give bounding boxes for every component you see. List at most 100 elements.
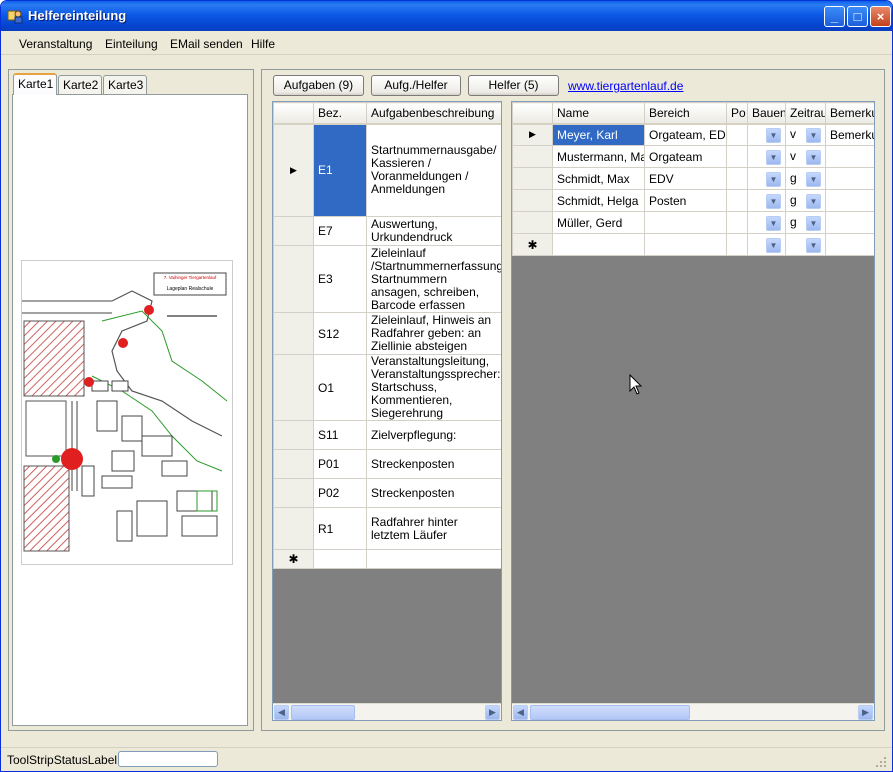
task-bez-cell[interactable]: R1 bbox=[313, 507, 367, 550]
task-desc-cell[interactable]: Startnummernausgabe/ Kassieren / Voranme… bbox=[366, 123, 501, 217]
table-row[interactable]: O1 Veranstaltungsleitung, Veranstaltungs… bbox=[273, 354, 501, 421]
menu-veranstaltung[interactable]: Veranstaltung bbox=[19, 37, 92, 51]
task-desc-cell[interactable]: Zieleinlauf /Startnummernerfassung Start… bbox=[366, 245, 501, 313]
row-header[interactable] bbox=[512, 189, 553, 212]
helper-zeitraum-cell[interactable]: v ▼ bbox=[785, 123, 826, 146]
tab-karte1[interactable]: Karte1 bbox=[13, 73, 57, 95]
helper-bemerkung-cell[interactable]: Bemerkun bbox=[825, 123, 874, 146]
row-header[interactable] bbox=[273, 312, 314, 355]
new-row-indicator[interactable]: ✱ bbox=[512, 233, 553, 256]
helper-bemerkung-cell[interactable] bbox=[825, 167, 874, 190]
table-row[interactable]: P02 Streckenposten bbox=[273, 478, 501, 508]
task-bez-cell[interactable]: S12 bbox=[313, 312, 367, 355]
new-row-cell[interactable] bbox=[644, 233, 727, 256]
helper-po-cell[interactable] bbox=[726, 123, 748, 146]
table-row[interactable]: Müller, Gerd ▼ g ▼ bbox=[512, 211, 874, 234]
task-desc-cell[interactable]: Streckenposten bbox=[366, 478, 501, 508]
dropdown-arrow-icon[interactable]: ▼ bbox=[766, 193, 781, 209]
col-header-bauen[interactable]: Bauen bbox=[747, 102, 786, 125]
title-bar[interactable]: Helfereinteilung _ □ × bbox=[1, 1, 892, 31]
helper-bereich-cell[interactable]: Orgateam, EDV bbox=[644, 123, 727, 146]
table-row[interactable]: Schmidt, Helga Posten ▼ g ▼ bbox=[512, 189, 874, 212]
helper-name-cell[interactable]: Meyer, Karl bbox=[552, 123, 645, 146]
menu-hilfe[interactable]: Hilfe bbox=[251, 37, 275, 51]
table-row[interactable]: ▶ Meyer, Karl Orgateam, EDV ▼ v▼ Bemerku… bbox=[512, 123, 874, 146]
row-header[interactable] bbox=[273, 216, 314, 246]
helper-name-cell[interactable]: Müller, Gerd bbox=[552, 211, 645, 234]
aufg-helfer-button[interactable]: Aufg./Helfer bbox=[371, 75, 461, 96]
col-header-zeitraum[interactable]: Zeitrau bbox=[785, 102, 826, 125]
task-bez-cell[interactable]: P01 bbox=[313, 449, 367, 479]
dropdown-arrow-icon[interactable]: ▼ bbox=[766, 127, 781, 143]
helper-bereich-cell[interactable] bbox=[644, 211, 727, 234]
new-row-cell[interactable]: ▼ bbox=[785, 233, 826, 256]
minimize-button[interactable]: _ bbox=[824, 6, 845, 27]
scroll-right-icon[interactable]: ▶ bbox=[858, 705, 873, 720]
table-row[interactable]: Schmidt, Max EDV ▼ g ▼ bbox=[512, 167, 874, 190]
helper-bereich-cell[interactable]: Posten bbox=[644, 189, 727, 212]
row-header[interactable] bbox=[273, 245, 314, 313]
helper-name-cell[interactable]: Schmidt, Helga bbox=[552, 189, 645, 212]
row-header[interactable] bbox=[512, 145, 553, 168]
maximize-button[interactable]: □ bbox=[847, 6, 868, 27]
helper-bereich-cell[interactable]: EDV bbox=[644, 167, 727, 190]
task-desc-cell[interactable]: Streckenposten bbox=[366, 449, 501, 479]
new-row-cell[interactable] bbox=[726, 233, 748, 256]
helper-bauen-cell[interactable]: ▼ bbox=[747, 189, 786, 212]
task-bez-cell[interactable]: P02 bbox=[313, 478, 367, 508]
helper-bauen-cell[interactable]: ▼ bbox=[747, 167, 786, 190]
col-header-bez[interactable]: Bez. bbox=[313, 102, 367, 125]
table-row[interactable]: E3 Zieleinlauf /Startnummernerfassung St… bbox=[273, 245, 501, 313]
col-header-aufgabenbeschreibung[interactable]: Aufgabenbeschreibung bbox=[366, 102, 501, 125]
task-desc-cell[interactable]: Zieleinlauf, Hinweis an Radfahrer geben:… bbox=[366, 312, 501, 355]
row-header[interactable] bbox=[273, 354, 314, 421]
helper-bauen-cell[interactable]: ▼ bbox=[747, 123, 786, 146]
row-header[interactable] bbox=[273, 420, 314, 450]
dropdown-arrow-icon[interactable]: ▼ bbox=[766, 237, 781, 253]
dropdown-arrow-icon[interactable]: ▼ bbox=[806, 193, 821, 209]
task-desc-cell[interactable]: Radfahrer hinter letztem Läufer bbox=[366, 507, 501, 550]
table-row[interactable]: Mustermann, Max Orgateam ▼ v ▼ bbox=[512, 145, 874, 168]
helper-bauen-cell[interactable]: ▼ bbox=[747, 145, 786, 168]
col-header-bemerkung[interactable]: Bemerkun bbox=[825, 102, 874, 125]
table-row[interactable]: P01 Streckenposten bbox=[273, 449, 501, 479]
new-row-cell[interactable] bbox=[825, 233, 874, 256]
scroll-left-icon[interactable]: ◀ bbox=[274, 705, 289, 720]
helper-bemerkung-cell[interactable] bbox=[825, 211, 874, 234]
task-desc-cell[interactable]: Zielverpflegung: bbox=[366, 420, 501, 450]
tab-karte2[interactable]: Karte2 bbox=[58, 75, 102, 94]
task-bez-cell[interactable]: O1 bbox=[313, 354, 367, 421]
new-row-cell[interactable] bbox=[366, 549, 501, 569]
close-button[interactable]: × bbox=[870, 6, 891, 27]
task-bez-cell[interactable]: E7 bbox=[313, 216, 367, 246]
new-row-cell[interactable]: ▼ bbox=[747, 233, 786, 256]
dropdown-arrow-icon[interactable]: ▼ bbox=[806, 127, 821, 143]
tasks-horizontal-scrollbar[interactable]: ◀ ▶ bbox=[273, 703, 501, 720]
row-header[interactable] bbox=[273, 478, 314, 508]
helpers-horizontal-scrollbar[interactable]: ◀ ▶ bbox=[512, 703, 874, 720]
helper-po-cell[interactable] bbox=[726, 145, 748, 168]
dropdown-arrow-icon[interactable]: ▼ bbox=[806, 215, 821, 231]
row-header[interactable] bbox=[512, 211, 553, 234]
dropdown-arrow-icon[interactable]: ▼ bbox=[766, 215, 781, 231]
helper-po-cell[interactable] bbox=[726, 189, 748, 212]
new-row-cell[interactable] bbox=[552, 233, 645, 256]
table-row[interactable]: S11 Zielverpflegung: bbox=[273, 420, 501, 450]
table-row[interactable]: S12 Zieleinlauf, Hinweis an Radfahrer ge… bbox=[273, 312, 501, 355]
scroll-thumb[interactable] bbox=[291, 705, 355, 720]
helper-zeitraum-cell[interactable]: g ▼ bbox=[785, 189, 826, 212]
helper-po-cell[interactable] bbox=[726, 211, 748, 234]
task-desc-cell[interactable]: Auswertung, Urkundendruck bbox=[366, 216, 501, 246]
new-row[interactable]: ✱ ▼ ▼ bbox=[512, 233, 874, 256]
tab-karte3[interactable]: Karte3 bbox=[103, 75, 147, 94]
table-row[interactable]: E7 Auswertung, Urkundendruck bbox=[273, 216, 501, 246]
current-row-indicator[interactable]: ▶ bbox=[512, 123, 553, 146]
dropdown-arrow-icon[interactable]: ▼ bbox=[806, 149, 821, 165]
new-row-indicator[interactable]: ✱ bbox=[273, 549, 314, 569]
helper-name-cell[interactable]: Schmidt, Max bbox=[552, 167, 645, 190]
scroll-left-icon[interactable]: ◀ bbox=[513, 705, 528, 720]
row-header[interactable] bbox=[273, 507, 314, 550]
current-row-indicator[interactable]: ▶ bbox=[273, 123, 314, 217]
helper-po-cell[interactable] bbox=[726, 167, 748, 190]
helfer-button[interactable]: Helfer (5) bbox=[468, 75, 559, 96]
